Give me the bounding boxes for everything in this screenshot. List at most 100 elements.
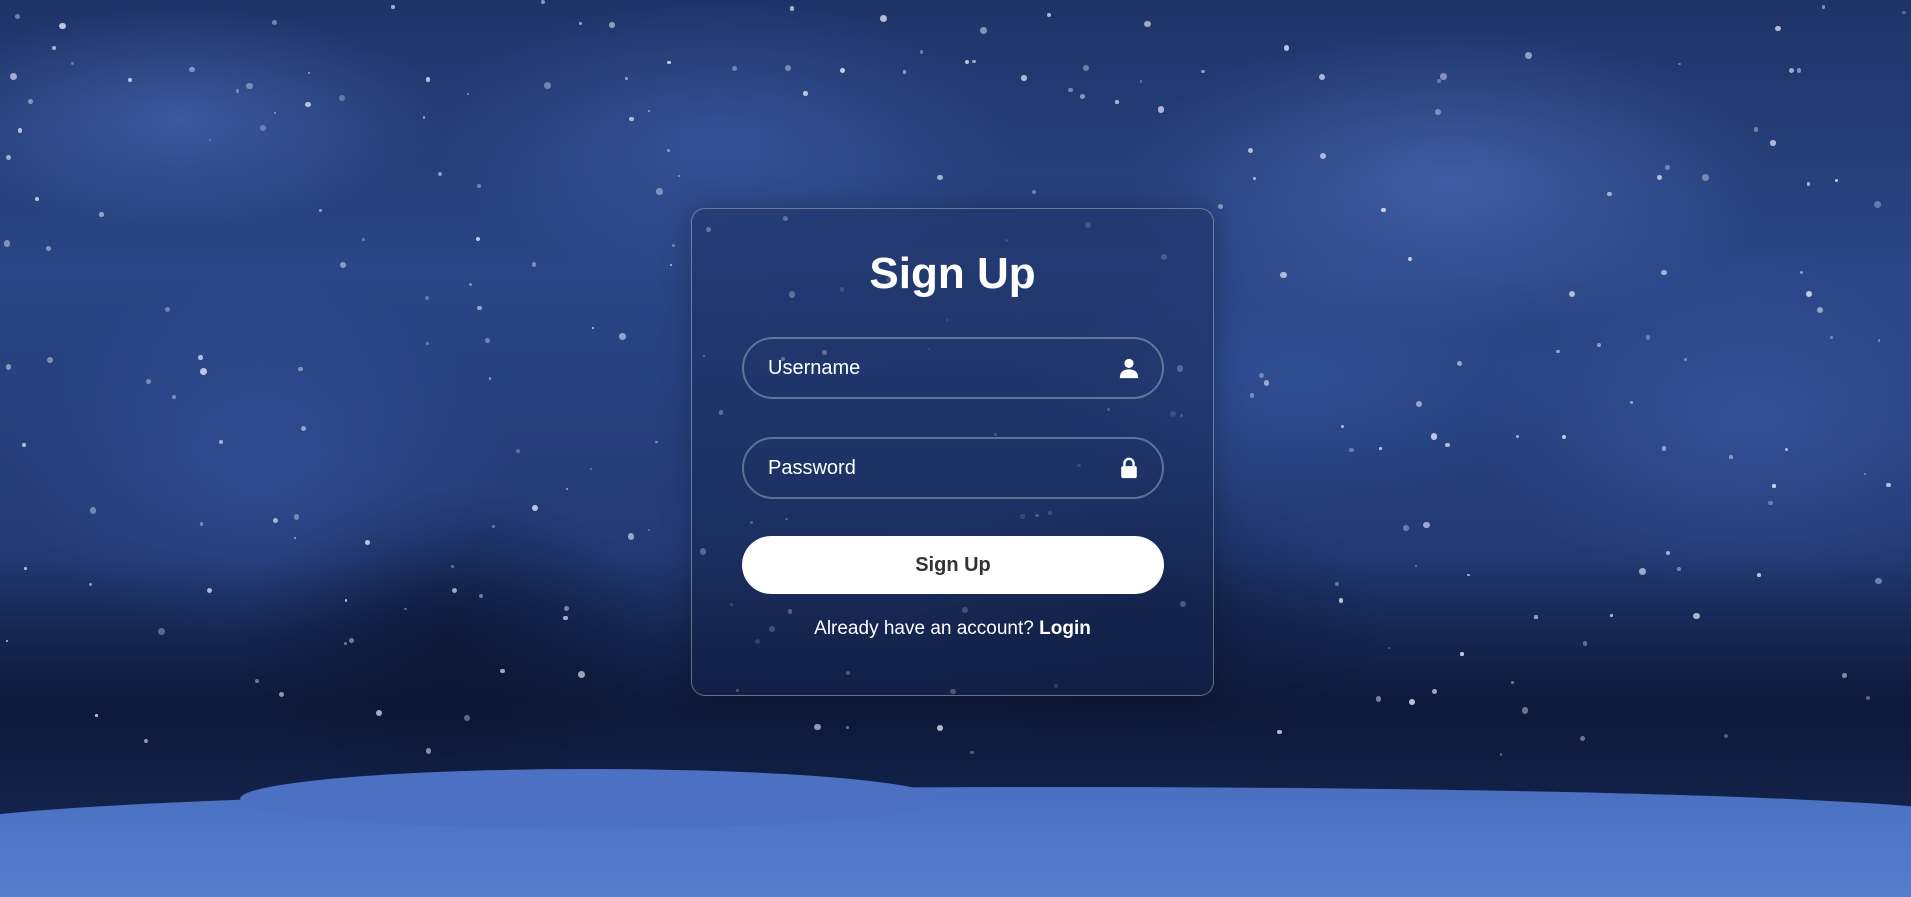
login-link[interactable]: Login [1039,618,1091,639]
snowflake [1082,64,1090,72]
snowflake [274,111,277,115]
snowflake [27,98,34,105]
snowflake [294,537,297,540]
snowflake [1340,424,1345,429]
snowflake [1902,10,1906,15]
snowflake [591,326,595,330]
snowflake [1415,400,1422,407]
snowflake [1796,67,1802,73]
snowflake [338,94,346,102]
snowflake [1402,525,1409,532]
snowflake [1456,360,1463,367]
snowflake [305,101,311,108]
snowflake [467,92,470,95]
snowflake [1807,182,1811,186]
snowflake [1863,473,1866,476]
snowflake [34,196,39,201]
snowflake [164,306,170,312]
snowflake [1348,447,1354,453]
snowflake [629,116,635,122]
password-input[interactable] [744,439,1162,497]
snowflake [1656,174,1662,180]
snowflake [1768,500,1773,505]
snowflake [1678,62,1681,66]
snowflake [1822,5,1826,9]
snowflake [803,91,808,97]
snowflake [1068,87,1073,93]
snowflake [1568,290,1576,297]
snow-ground [0,769,1911,897]
snowflake [1753,127,1758,132]
snowflake [1729,455,1733,459]
snowflake [1021,75,1027,81]
snowflake [246,82,253,90]
snowflake [1561,434,1567,440]
snowflake [1805,290,1813,297]
snowflake [1645,335,1650,340]
snowflake [145,378,152,385]
snowflake [590,467,593,470]
snowflake [361,238,365,241]
snowflake [667,148,671,153]
snowflake [647,109,650,113]
snowflake [1445,442,1450,448]
snowflake [59,23,66,30]
snowflake [199,368,207,376]
snowflake [1525,51,1532,59]
snowflake [903,70,907,74]
snowflake [655,440,658,443]
snowflake [579,22,583,26]
snowflake [1664,164,1671,170]
snowflake [391,5,395,9]
snowflake [1046,12,1051,17]
snowflake [1283,45,1290,52]
username-input[interactable] [744,339,1162,397]
snowflake [339,261,346,268]
snowflake [475,236,480,241]
snowflake [45,245,51,251]
snowflake [1319,74,1326,81]
snowflake [1873,201,1881,209]
snowflake [189,67,195,73]
snowflake [1770,140,1776,146]
snowflake [273,518,279,523]
snowflake [425,296,430,301]
snowflake [531,504,538,511]
snowflake [516,449,520,454]
snowflake [1280,271,1287,279]
snowflake [1320,153,1327,159]
snowflake [426,342,430,345]
snowflake [1665,551,1670,556]
snowflake [540,0,545,4]
snowflake [1516,435,1520,439]
snowflake [1789,68,1795,74]
snowflake [3,239,11,247]
snowflake [1144,21,1151,28]
snowflake [293,514,299,520]
snowflake [648,529,651,532]
snowflake [531,262,537,267]
snowflake [46,357,53,364]
snowflake [5,154,11,161]
snowflake [199,522,204,526]
snowflake [1437,79,1441,83]
snowflake [1217,203,1224,210]
signup-card: Sign Up Sign Up Already have an account?… [691,208,1214,696]
snowflake [1157,106,1164,113]
snowflake [99,212,104,217]
snowflake [1785,448,1789,452]
snowflake [1249,393,1255,398]
snowflake [17,128,23,133]
background-scene: Sign Up Sign Up Already have an account?… [0,0,1911,897]
snowflake [52,46,57,50]
snowflake [625,77,628,81]
snowflake [1774,25,1781,32]
snowflake [1381,207,1386,213]
sign-up-button[interactable]: Sign Up [742,536,1164,594]
snowflake [198,355,203,360]
password-field[interactable] [742,437,1164,499]
snowflake [1684,357,1688,361]
snowflake [1817,306,1824,313]
snowflake [1661,269,1667,276]
username-field[interactable] [742,337,1164,399]
